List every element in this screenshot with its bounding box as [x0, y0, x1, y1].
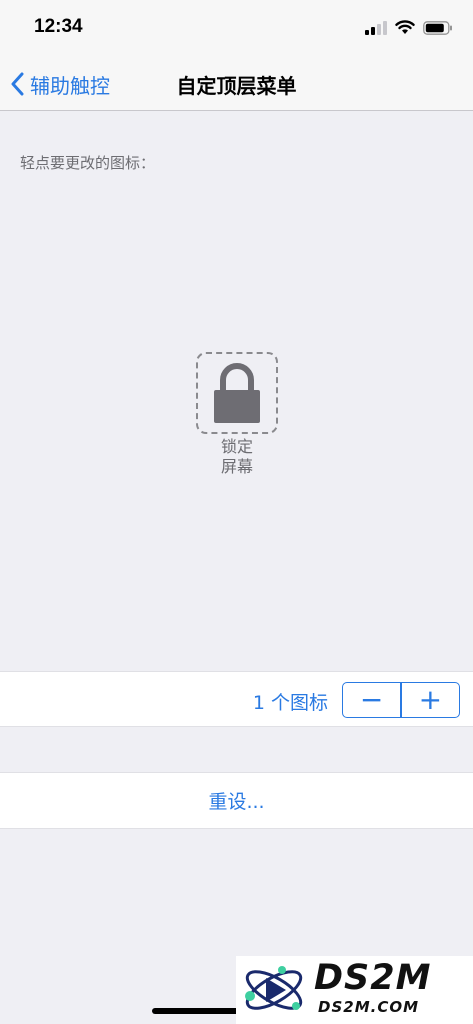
increment-button[interactable]: + [402, 683, 459, 717]
watermark-title: DS2M [314, 958, 432, 998]
menu-icon-slot-lock-screen[interactable] [196, 352, 278, 434]
lock-icon [214, 363, 260, 423]
section-hint: 轻点要更改的图标： [20, 154, 156, 172]
icon-count-stepper: − + [342, 682, 460, 718]
page-title: 自定顶层菜单 [176, 74, 297, 98]
status-time: 12:34 [34, 16, 83, 37]
decrement-button[interactable]: − [343, 683, 400, 717]
watermark-logo: DS2M DS2M.COM [236, 956, 473, 1024]
watermark-url: DS2M.COM [318, 998, 420, 1016]
menu-icon-label-line2: 屏幕 [220, 457, 253, 476]
navigation-bar: 辅助触控 自定顶层菜单 [0, 58, 473, 111]
reset-button[interactable]: 重设... [0, 772, 473, 829]
icon-count-row: 1 个图标 − + [0, 671, 473, 727]
menu-icon-label: 锁定 屏幕 [186, 437, 288, 477]
cellular-signal-icon [365, 20, 387, 35]
atom-logo-icon [245, 966, 303, 1010]
icon-count-label: 1 个图标 [252, 692, 328, 714]
reset-button-label: 重设... [208, 791, 265, 813]
menu-icon-label-line1: 锁定 [220, 437, 253, 456]
wifi-icon [395, 20, 415, 34]
status-bar: 12:34 [0, 0, 473, 58]
status-icons [365, 20, 453, 35]
battery-icon [423, 20, 452, 35]
